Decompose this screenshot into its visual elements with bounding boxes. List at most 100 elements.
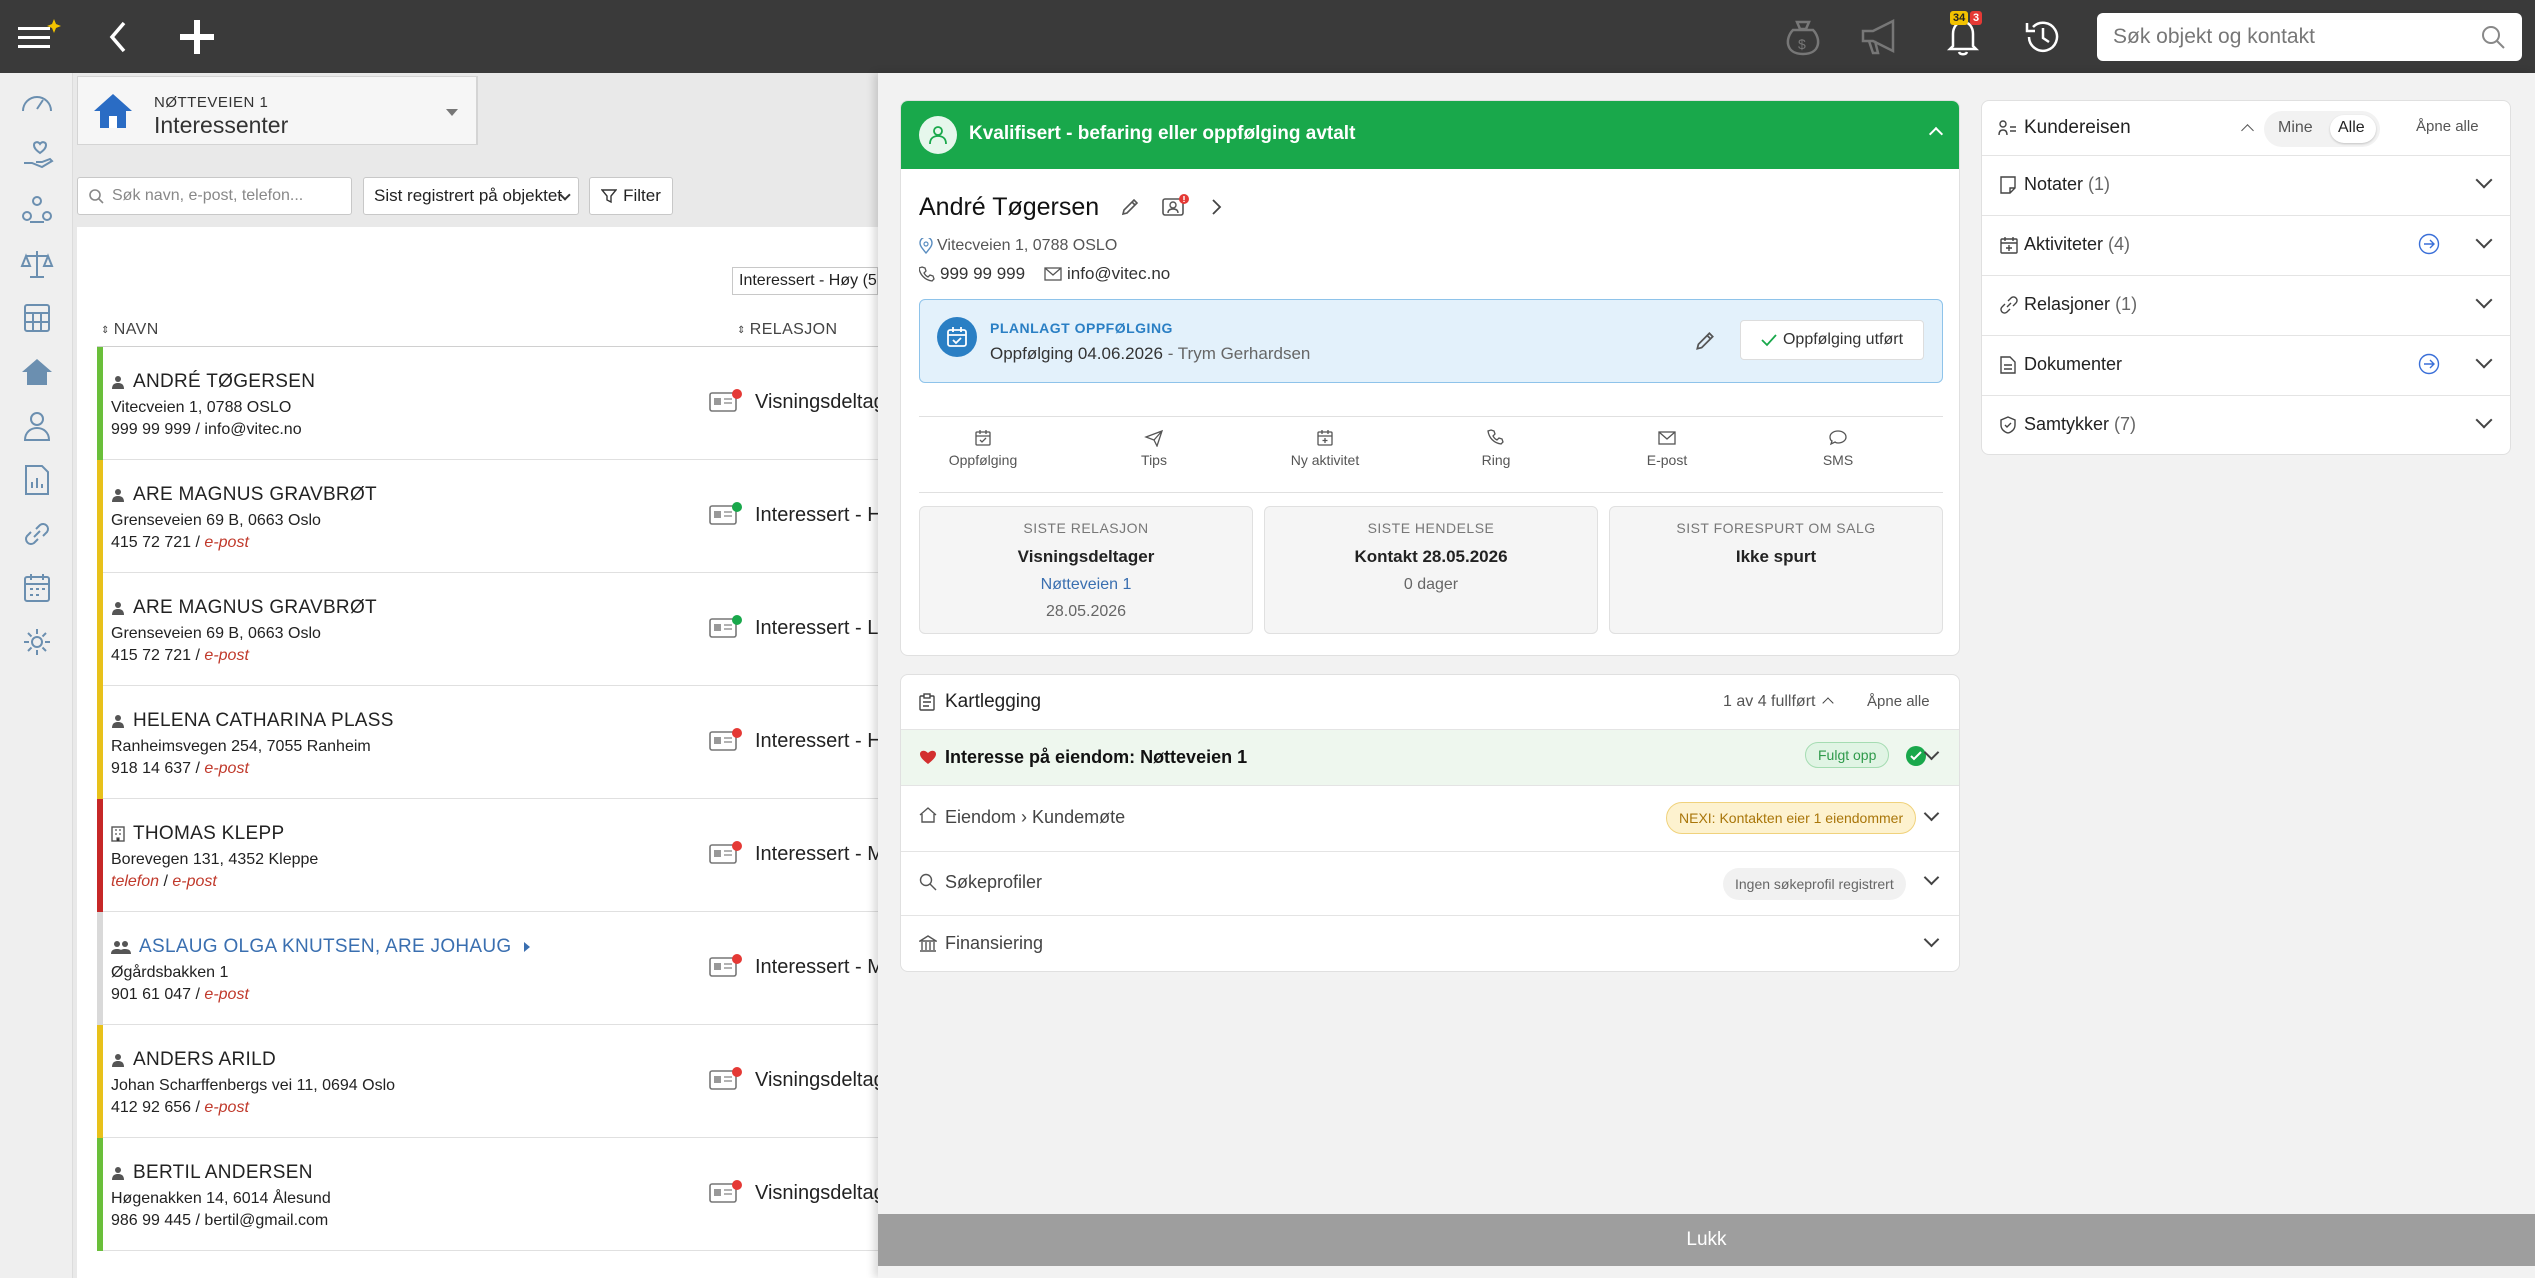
journey-row-documents[interactable]: Dokumenter <box>1982 335 2510 395</box>
table-row[interactable]: BERTIL ANDERSEN Høgenakken 14, 6014 Ålesu… <box>97 1138 878 1251</box>
link-icon[interactable] <box>18 515 56 553</box>
scale-icon[interactable] <box>18 245 56 283</box>
contact-card-icon[interactable] <box>709 1067 743 1091</box>
chevron-down-icon[interactable] <box>446 109 458 116</box>
action-calendar[interactable]: Oppfølging <box>933 427 1033 468</box>
kartlegging-row-interest[interactable]: Interesse på eiendom: Nøtteveien 1 Fulgt… <box>901 729 1959 785</box>
contact-email[interactable]: e-post <box>204 647 248 664</box>
chevron-down-icon[interactable] <box>2475 231 2493 249</box>
contact-card-icon[interactable] <box>709 954 743 978</box>
search-icon[interactable] <box>2480 24 2506 50</box>
action-sms[interactable]: SMS <box>1788 427 1888 468</box>
people-network-icon[interactable] <box>18 191 56 229</box>
chevron-down-icon[interactable] <box>2475 171 2493 189</box>
global-search-input[interactable] <box>2113 25 2480 49</box>
hand-heart-icon[interactable] <box>18 137 56 175</box>
contact-card-icon[interactable] <box>1161 194 1190 218</box>
chevron-down-icon[interactable] <box>1923 805 1940 822</box>
action-email[interactable]: E-post <box>1617 427 1717 468</box>
contact-name[interactable]: ASLAUG OLGA KNUTSEN, ARE JOHAUG <box>111 936 530 958</box>
contact-card-icon[interactable] <box>709 728 743 752</box>
menu-icon[interactable] <box>14 0 64 73</box>
contact-phone[interactable]: telefon <box>111 873 159 890</box>
journey-row-activities[interactable]: Aktiviteter (4) <box>1982 215 2510 275</box>
property-link[interactable]: Nøtteveien 1 <box>920 576 1252 594</box>
contact-email[interactable]: e-post <box>172 873 216 890</box>
chevron-down-icon[interactable] <box>2475 291 2493 309</box>
relation-filter[interactable]: Interessert - Høy (5) <box>732 267 878 295</box>
contact-card-icon[interactable] <box>709 615 743 639</box>
status-header[interactable]: Kvalifisert - befaring eller oppfølging … <box>901 101 1959 169</box>
followup-done-button[interactable]: Oppfølging utført <box>1740 320 1924 360</box>
contact-phone-row[interactable]: 999 99 999 <box>919 264 1025 284</box>
edit-icon[interactable] <box>1120 197 1140 217</box>
contact-email[interactable]: info@vitec.no <box>204 421 301 438</box>
action-phone[interactable]: Ring <box>1446 427 1546 468</box>
action-calendar-add[interactable]: Ny aktivitet <box>1275 427 1375 468</box>
contact-name[interactable]: ARE MAGNUS GRAVBRØT <box>111 597 377 619</box>
contact-email[interactable]: e-post <box>204 986 248 1003</box>
calendar-icon[interactable] <box>18 569 56 607</box>
filter-button[interactable]: Filter <box>589 177 673 215</box>
sort-select[interactable]: Sist registrert på objektet <box>363 177 579 215</box>
chevron-down-icon[interactable] <box>1923 931 1940 948</box>
caret-right-icon[interactable] <box>523 942 530 952</box>
contact-email[interactable]: e-post <box>204 534 248 551</box>
toggle-all[interactable]: Alle <box>2338 119 2365 137</box>
chevron-down-icon[interactable] <box>1923 744 1940 761</box>
table-row[interactable]: ARE MAGNUS GRAVBRØT Grenseveien 69 B, 066… <box>97 573 878 686</box>
contact-email[interactable]: e-post <box>204 1099 248 1116</box>
calculator-icon[interactable] <box>18 299 56 337</box>
contact-phone[interactable]: 986 99 445 <box>111 1212 191 1229</box>
kartlegging-open-all[interactable]: Åpne alle <box>1867 693 1930 710</box>
journey-open-all[interactable]: Åpne alle <box>2416 118 2479 135</box>
person-icon[interactable] <box>18 407 56 445</box>
chevron-down-icon[interactable] <box>2475 351 2493 369</box>
contact-search-input[interactable] <box>112 187 341 205</box>
contact-name[interactable]: ANDRÉ TØGERSEN <box>111 371 315 393</box>
breadcrumb[interactable]: NØTTEVEIEN 1 Interessenter <box>77 76 477 145</box>
kartlegging-row-financing[interactable]: Finansiering <box>901 915 1959 971</box>
chevron-down-icon[interactable] <box>2475 411 2493 429</box>
chevron-down-icon[interactable] <box>1923 869 1940 886</box>
chevron-up-icon[interactable] <box>1928 126 1944 142</box>
kartlegging-row-searchprofiles[interactable]: Søkeprofiler Ingen søkeprofil registrert <box>901 851 1959 915</box>
contact-phone[interactable]: 918 14 637 <box>111 760 191 777</box>
add-icon[interactable] <box>174 0 220 73</box>
arrow-right-circle-icon[interactable] <box>2418 353 2440 375</box>
contact-phone[interactable]: 415 72 721 <box>111 647 191 664</box>
table-row[interactable]: ANDERS ARILD Johan Scharffenbergs vei 11,… <box>97 1025 878 1138</box>
contact-phone[interactable]: 415 72 721 <box>111 534 191 551</box>
report-icon[interactable] <box>18 461 56 499</box>
kartlegging-progress[interactable]: 1 av 4 fullført <box>1723 693 1834 711</box>
chevron-up-icon[interactable] <box>2241 124 2254 137</box>
chevron-right-icon[interactable] <box>1210 198 1222 216</box>
contact-card-icon[interactable] <box>709 1180 743 1204</box>
table-row[interactable]: ARE MAGNUS GRAVBRØT Grenseveien 69 B, 066… <box>97 460 878 573</box>
table-row[interactable]: THOMAS KLEPP Borevegen 131, 4352 Kleppe te… <box>97 799 878 912</box>
contact-name[interactable]: THOMAS KLEPP <box>111 823 284 845</box>
contact-email[interactable]: bertil@gmail.com <box>204 1212 328 1229</box>
contact-card-icon[interactable] <box>709 841 743 865</box>
settings-icon[interactable] <box>18 623 56 661</box>
toggle-mine[interactable]: Mine <box>2278 119 2313 137</box>
home-icon[interactable] <box>18 353 56 391</box>
contact-card-icon[interactable] <box>709 502 743 526</box>
journey-row-notes[interactable]: Notater (1) <box>1982 155 2510 215</box>
journey-row-relations[interactable]: Relasjoner (1) <box>1982 275 2510 335</box>
edit-icon[interactable] <box>1694 330 1716 352</box>
close-button[interactable]: Lukk <box>878 1214 2535 1266</box>
contact-phone[interactable]: 412 92 656 <box>111 1099 191 1116</box>
mine-all-toggle[interactable]: Mine Alle <box>2264 111 2380 147</box>
column-header-relation[interactable]: ⇕ RELASJON <box>737 321 837 339</box>
journey-row-consents[interactable]: Samtykker (7) <box>1982 395 2510 454</box>
contact-phone[interactable]: 999 99 999 <box>111 421 191 438</box>
contact-email-row[interactable]: info@vitec.no <box>1044 264 1170 284</box>
contact-name[interactable]: ARE MAGNUS GRAVBRØT <box>111 484 377 506</box>
dashboard-icon[interactable] <box>18 83 56 121</box>
table-row[interactable]: HELENA CATHARINA PLASS Ranheimsvegen 254,… <box>97 686 878 799</box>
column-header-name[interactable]: ⇕ NAVN <box>101 321 159 339</box>
contact-name[interactable]: ANDERS ARILD <box>111 1049 276 1071</box>
table-row[interactable]: ANDRÉ TØGERSEN Vitecveien 1, 0788 OSLO 999… <box>97 347 878 460</box>
history-icon[interactable] <box>2020 0 2066 73</box>
